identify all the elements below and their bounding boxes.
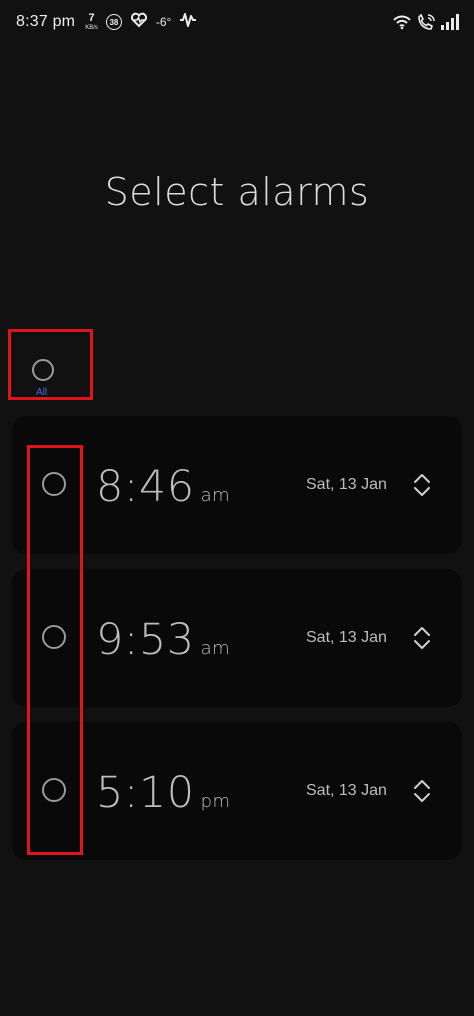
alarm-item[interactable]: 9:53 am Sat, 13 Jan — [12, 569, 462, 707]
wifi-icon — [392, 14, 412, 30]
alarm-item[interactable]: 8:46 am Sat, 13 Jan — [12, 416, 462, 554]
expand-chevron-icon[interactable] — [412, 472, 432, 498]
expand-chevron-icon[interactable] — [412, 625, 432, 651]
alarm-checkbox[interactable] — [42, 625, 66, 649]
alarm-checkbox[interactable] — [42, 472, 66, 496]
select-all-checkbox[interactable] — [32, 359, 54, 381]
pulse-icon — [179, 12, 197, 33]
status-right — [392, 13, 460, 31]
alarm-checkbox[interactable] — [42, 778, 66, 802]
alarm-time-value: 8:46 — [96, 462, 195, 512]
alarm-time: 8:46 am — [96, 462, 230, 512]
net-speed-value: 7 — [88, 12, 95, 24]
wifi-call-icon — [416, 13, 436, 31]
temperature-text: -6° — [155, 15, 172, 29]
status-left: 8:37 pm 7 KB/s 38 -6° — [16, 12, 392, 33]
heart-rate-icon — [130, 12, 148, 33]
alarm-date: Sat, 13 Jan — [306, 629, 387, 646]
alarm-time: 5:10 pm — [96, 768, 231, 818]
alarm-date: Sat, 13 Jan — [306, 782, 387, 799]
alarm-ampm: am — [200, 485, 231, 506]
alarm-date: Sat, 13 Jan — [306, 476, 387, 493]
alarm-time: 9:53 am — [96, 615, 230, 665]
alarm-ampm: am — [200, 638, 231, 659]
notification-count-badge: 38 — [105, 14, 122, 30]
alarm-time-value: 9:53 — [96, 615, 195, 665]
alarm-item[interactable]: 5:10 pm Sat, 13 Jan — [12, 722, 462, 860]
status-time: 8:37 pm — [16, 13, 76, 30]
alarm-ampm: pm — [200, 791, 231, 812]
net-speed-unit: KB/s — [85, 25, 98, 31]
alarm-time-value: 5:10 — [96, 768, 195, 818]
select-all-highlight: All — [8, 329, 93, 400]
page-title: Select alarms — [104, 170, 370, 214]
expand-chevron-icon[interactable] — [412, 778, 432, 804]
status-bar: 8:37 pm 7 KB/s 38 -6° — [0, 0, 474, 44]
net-speed-indicator: 7 KB/s — [85, 12, 98, 32]
select-all-label: All — [36, 387, 48, 398]
signal-icon — [440, 14, 460, 30]
